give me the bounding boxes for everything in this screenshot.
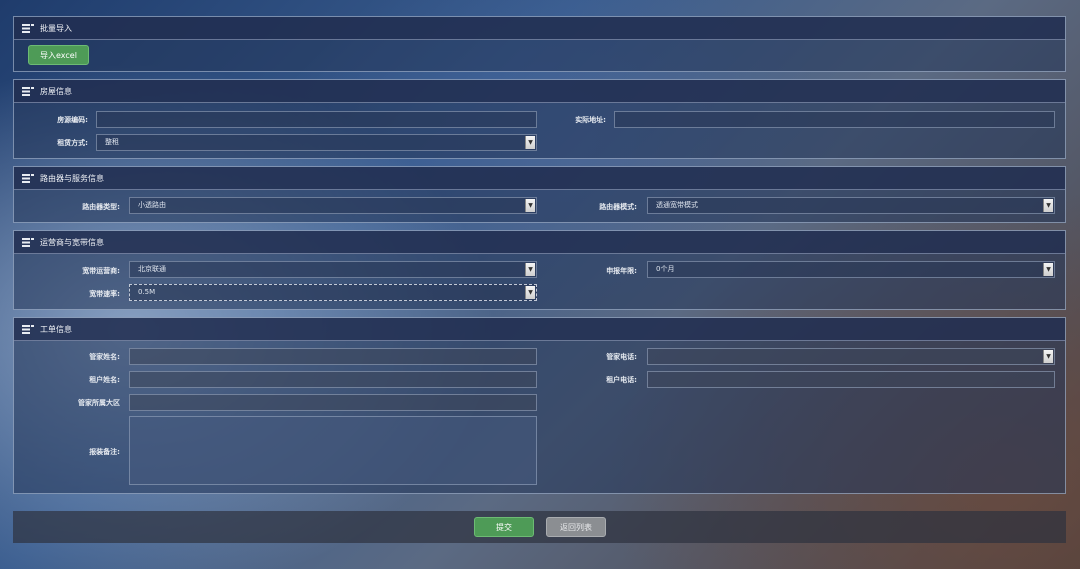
router-info-title: 路由器与服务信息 (40, 173, 104, 183)
router-mode-select[interactable]: 透通宽带模式 ▼ (647, 197, 1055, 214)
list-icon (22, 324, 34, 334)
tenant-phone-label: 租户电话: (606, 376, 637, 384)
footer-bar: 提交 返回列表 (13, 511, 1066, 543)
house-info-panel: 房屋信息 房源编码: 实际地址: 租赁方式: 整租 ▼ (13, 79, 1066, 159)
back-to-list-button[interactable]: 返回列表 (546, 517, 606, 537)
chevron-down-icon[interactable]: ▼ (525, 136, 535, 149)
report-years-value: 0个月 (656, 265, 675, 273)
list-icon (22, 173, 34, 183)
operator-select[interactable]: 北京联通 ▼ (129, 261, 537, 278)
submit-button[interactable]: 提交 (474, 517, 534, 537)
batch-import-title: 批量导入 (40, 23, 72, 33)
chevron-down-icon[interactable]: ▼ (525, 199, 535, 212)
router-info-header: 路由器与服务信息 (14, 167, 1065, 190)
speed-select[interactable]: 0.5M ▼ (129, 284, 537, 301)
router-info-panel: 路由器与服务信息 路由器类型: 小透路由 ▼ 路由器模式: 透通宽带模式 ▼ (13, 166, 1066, 223)
work-order-title: 工单信息 (40, 324, 72, 334)
import-excel-button[interactable]: 导入excel (28, 45, 89, 65)
house-info-title: 房屋信息 (40, 86, 72, 96)
report-years-label: 申报年限: (606, 267, 637, 275)
manager-name-input[interactable] (129, 348, 537, 365)
report-years-select[interactable]: 0个月 ▼ (647, 261, 1055, 278)
rent-type-label: 租赁方式: (57, 139, 88, 147)
manager-phone-label: 管家电话: (606, 353, 637, 361)
chevron-down-icon[interactable]: ▼ (525, 286, 535, 299)
list-icon (22, 23, 34, 33)
house-info-header: 房屋信息 (14, 80, 1065, 103)
operator-info-panel: 运营商与宽带信息 宽带运营商: 北京联通 ▼ 申报年限: 0个月 ▼ 宽带速率:… (13, 230, 1066, 310)
tenant-phone-input[interactable] (647, 371, 1055, 388)
address-label: 实际地址: (575, 116, 606, 124)
tenant-name-label: 租户姓名: (89, 376, 120, 384)
operator-label: 宽带运营商: (82, 267, 120, 275)
chevron-down-icon[interactable]: ▼ (525, 263, 535, 276)
remark-textarea[interactable] (129, 416, 537, 485)
work-order-header: 工单信息 (14, 318, 1065, 341)
chevron-down-icon[interactable]: ▼ (1043, 199, 1053, 212)
source-code-label: 房源编码: (57, 116, 88, 124)
router-type-label: 路由器类型: (82, 203, 120, 211)
manager-region-input[interactable] (129, 394, 537, 411)
router-mode-value: 透通宽带模式 (656, 201, 698, 209)
tenant-name-input[interactable] (129, 371, 537, 388)
batch-import-panel: 批量导入 导入excel (13, 16, 1066, 72)
address-input[interactable] (614, 111, 1055, 128)
operator-value: 北京联通 (138, 265, 166, 273)
manager-phone-select[interactable]: ▼ (647, 348, 1055, 365)
speed-label: 宽带速率: (89, 290, 120, 298)
list-icon (22, 86, 34, 96)
operator-info-header: 运营商与宽带信息 (14, 231, 1065, 254)
chevron-down-icon[interactable]: ▼ (1043, 350, 1053, 363)
chevron-down-icon[interactable]: ▼ (1043, 263, 1053, 276)
router-type-select[interactable]: 小透路由 ▼ (129, 197, 537, 214)
work-order-panel: 工单信息 管家姓名: 管家电话: ▼ 租户姓名: 租户电话: 管家所属大区 报装… (13, 317, 1066, 494)
manager-name-label: 管家姓名: (89, 353, 120, 361)
rent-type-value: 整租 (105, 138, 119, 146)
router-mode-label: 路由器模式: (599, 203, 637, 211)
operator-info-title: 运营商与宽带信息 (40, 237, 104, 247)
remark-label: 报装备注: (89, 448, 120, 456)
manager-region-label: 管家所属大区 (78, 399, 120, 407)
source-code-input[interactable] (96, 111, 537, 128)
rent-type-select[interactable]: 整租 ▼ (96, 134, 537, 151)
list-icon (22, 237, 34, 247)
batch-import-header: 批量导入 (14, 17, 1065, 40)
router-type-value: 小透路由 (138, 201, 166, 209)
speed-value: 0.5M (138, 288, 156, 296)
